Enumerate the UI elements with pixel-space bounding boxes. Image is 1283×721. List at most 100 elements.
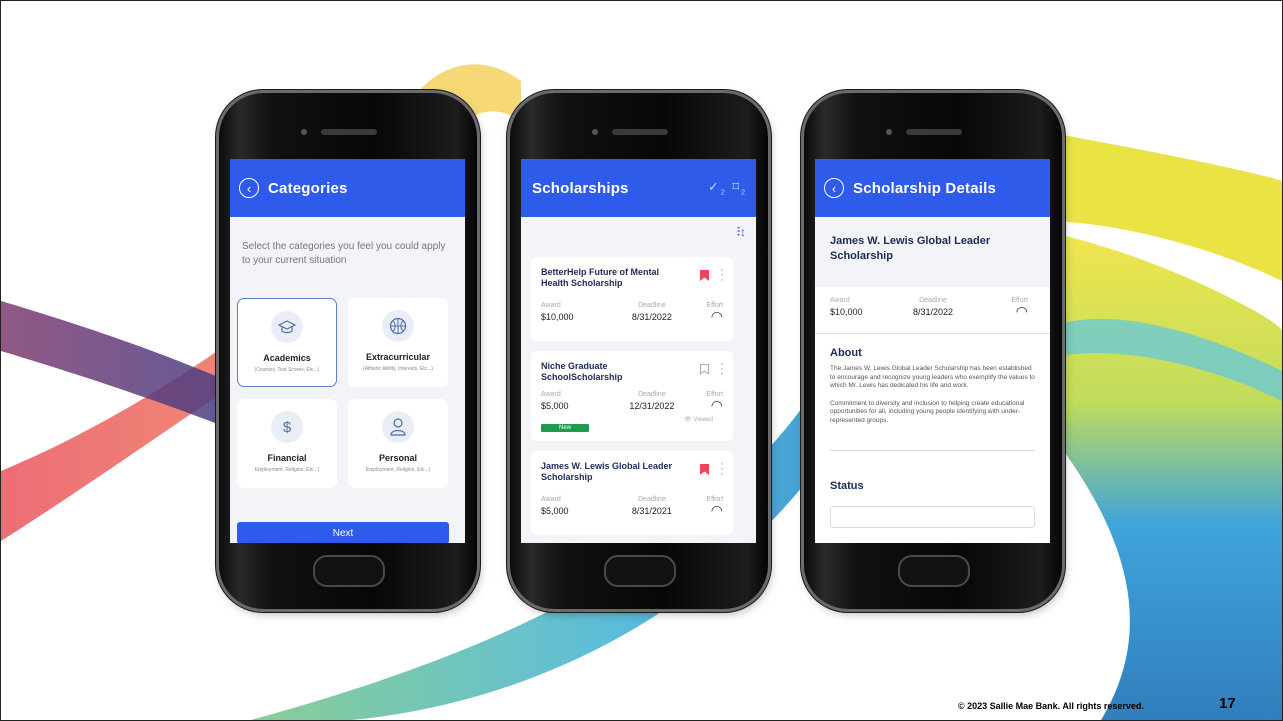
category-financial[interactable]: $ Financial Employment, Religion, Etc...… [237,399,337,488]
deadline-label: Deadline [638,302,666,309]
screen-title: Categories [268,179,348,197]
home-button[interactable] [313,555,385,587]
basketball-icon [382,310,414,342]
card-fields: Award $10,000 Deadline 8/31/2022 Effort ◠ [541,302,723,325]
chevron-left-icon[interactable]: ‹ [824,178,844,198]
award-value: $5,000 [541,506,569,516]
chevron-left-icon[interactable]: ‹ [239,178,259,198]
card-fields: Award $5,000 Deadline 8/31/2021 Effort ◠ [541,496,723,519]
viewed-label: Viewed [693,417,713,423]
deadline-label: Deadline [638,496,666,503]
category-extracurricular[interactable]: Extracurricular (Athletic Ability, Inter… [348,298,448,387]
category-personal[interactable]: Personal Employment, Religion, Etc...) [348,399,448,488]
scholarship-title: James W. Lewis Global Leader Scholarship [815,217,1050,287]
camera [301,129,307,135]
speaker [321,129,377,135]
deadline-label: Deadline [919,297,947,304]
card-title: BetterHelp Future of Mental Health Schol… [541,267,660,288]
applied-count: 2 [720,189,727,197]
award-label: Award [541,391,561,398]
categories-screen: ‹ Categories Select the categories you f… [230,159,465,543]
copyright-footer: © 2023 Sallie Mae Bank. All rights reser… [958,701,1144,711]
home-button[interactable] [604,555,676,587]
bookmark-filled-icon[interactable] [700,270,709,281]
deadline-label: Deadline [638,391,666,398]
category-name: Academics [263,353,311,363]
next-button[interactable]: Next [237,522,449,543]
deadline-value: 8/31/2021 [631,506,672,516]
scholarship-card[interactable]: James W. Lewis Global Leader Scholarship… [531,451,733,535]
about-heading: About [830,347,862,359]
scholarship-card[interactable]: BetterHelp Future of Mental Health Schol… [531,257,733,341]
screen-title: Scholarship Details [853,179,997,197]
category-sub: (Courses, Test Scores, Etc...) [254,367,320,373]
bookmark-filled-icon[interactable] [700,464,709,475]
category-grid: Academics (Courses, Test Scores, Etc...)… [237,298,450,488]
bookmark-outline-icon[interactable] [700,364,709,375]
app-bar: ‹ Scholarship Details [815,159,1050,217]
person-icon [382,411,414,443]
slide: ‹ Categories Select the categories you f… [0,0,1283,721]
dollar-icon: $ [271,411,303,443]
divider [830,450,1035,451]
gauge-icon: ◠ [710,502,724,518]
deadline-value: 8/31/2022 [912,307,954,317]
sliders-icon[interactable]: ⫶↕ [737,225,746,240]
deadline-value: 8/31/2022 [631,312,672,322]
details-stats: Award $10,000 Deadline 8/31/2022 Effort ◠ [815,287,1050,333]
scholarships-screen: Scholarships ✓2 ⌑2 ⫶↕ BetterHelp Future … [521,159,756,543]
camera [592,129,598,135]
card-title: Niche Graduate SchoolScholarship [541,361,623,382]
check-icon[interactable]: ✓ [708,179,721,194]
category-sub: (Athletic Ability, Interests, Etc...) [363,366,433,372]
screen-title: Scholarships [532,179,629,197]
category-name: Personal [378,453,418,463]
category-name: Financial [267,453,307,463]
speaker [612,129,668,135]
saved-count: 2 [741,189,747,197]
eye-icon: 👁 [684,417,692,423]
status-heading: Status [830,480,864,492]
phone-categories: ‹ Categories Select the categories you f… [219,93,477,609]
viewed-status: 👁 Viewed [684,416,713,423]
more-vertical-icon[interactable]: · · · [720,457,724,479]
phone-scholarships: Scholarships ✓2 ⌑2 ⫶↕ BetterHelp Future … [510,93,768,609]
award-value: $10,000 [541,312,574,322]
status-field[interactable] [830,506,1035,528]
deadline-value: 12/31/2022 [629,401,675,411]
gauge-icon: ◠ [1015,303,1028,319]
category-name: Extracurricular [365,352,431,362]
about-paragraph-1: The James W. Lewis Global Leader Scholar… [830,365,1035,389]
more-vertical-icon[interactable]: · · · [720,263,724,285]
phone-details: ‹ Scholarship Details James W. Lewis Glo… [804,93,1062,609]
details-screen: ‹ Scholarship Details James W. Lewis Glo… [815,159,1050,543]
award-value: $5,000 [541,401,569,411]
category-sub: Employment, Religion, Etc...) [254,467,320,473]
card-fields: Award $5,000 Deadline 12/31/2022 Effort ◠ [541,391,723,414]
intro-text: Select the categories you feel you could… [242,241,446,266]
award-label: Award [541,496,561,503]
category-sub: Employment, Religion, Etc...) [365,467,431,473]
app-bar: Scholarships ✓2 ⌑2 [521,159,756,217]
award-label: Award [830,297,850,304]
app-bar: ‹ Categories [230,159,465,217]
speaker [906,129,962,135]
page-number: 17 [1219,695,1236,712]
header-counters: ✓2 ⌑2 [708,179,747,197]
category-academics[interactable]: Academics (Courses, Test Scores, Etc...) [237,298,337,387]
camera [886,129,892,135]
about-paragraph-2: Commitment to diversity and inclusion to… [830,399,1025,424]
card-footer: New 👁 Viewed [541,416,723,432]
scholarship-card[interactable]: Niche Graduate SchoolScholarship · · · Awa… [531,351,733,441]
gauge-icon: ◠ [710,308,724,324]
gauge-icon: ◠ [710,397,724,413]
bookmark-icon[interactable]: ⌑ [732,179,741,194]
graduation-cap-icon [271,311,303,343]
new-badge: New [541,424,590,432]
award-label: Award [541,302,561,309]
award-value: $10,000 [830,307,863,317]
more-vertical-icon[interactable]: · · · [720,357,724,379]
card-title: James W. Lewis Global Leader Scholarship [541,461,673,482]
about-section: About The James W. Lewis Global Leader S… [815,334,1050,528]
home-button[interactable] [898,555,970,587]
